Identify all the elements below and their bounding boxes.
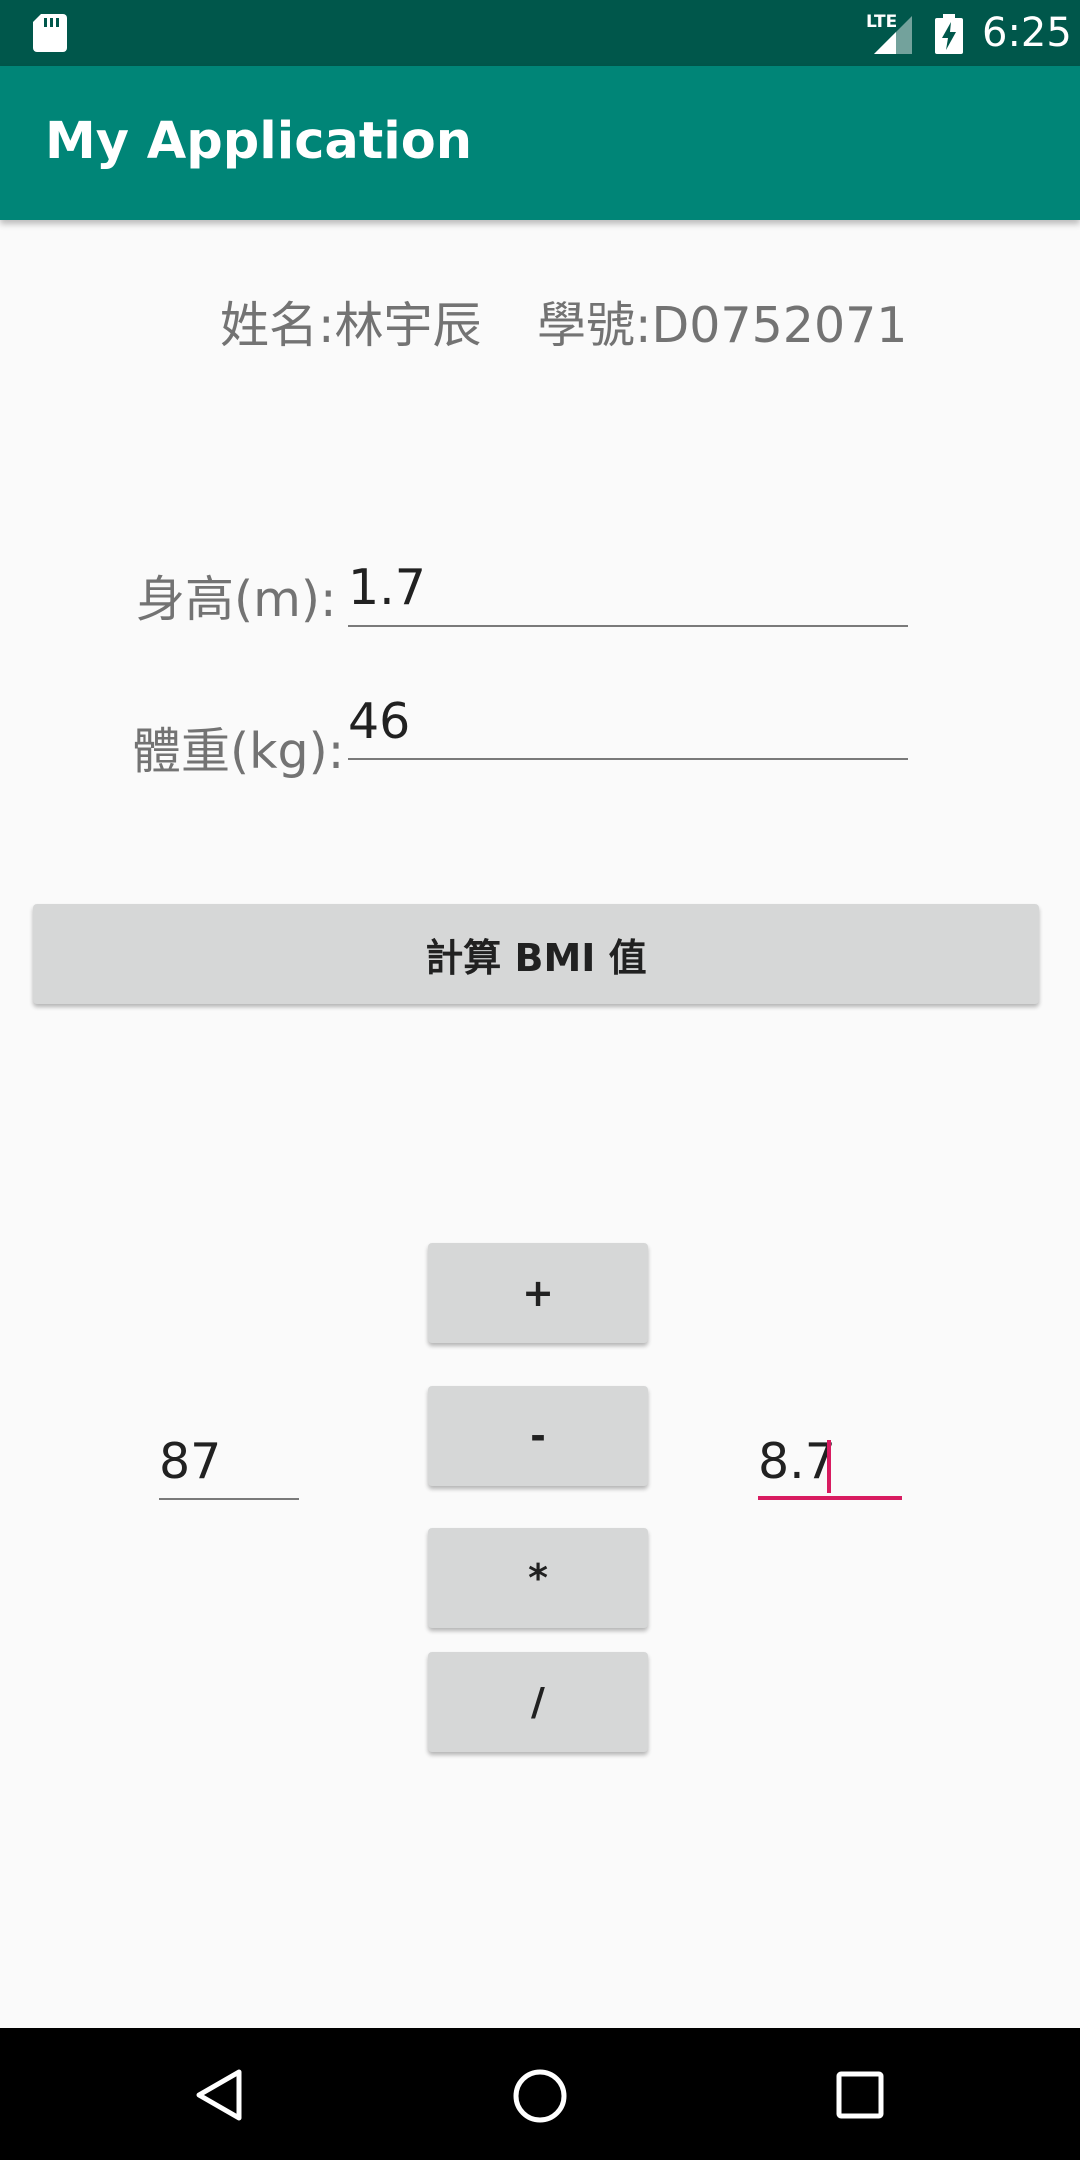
app-bar: My Application — [0, 66, 1080, 220]
divide-button[interactable]: / — [428, 1652, 648, 1752]
left-operand-input[interactable]: 87 — [159, 1432, 299, 1502]
weight-input-underline — [348, 758, 908, 760]
app-title: My Application — [45, 112, 473, 171]
clock: 6:25 — [982, 10, 1072, 56]
back-icon[interactable] — [193, 2068, 247, 2122]
plus-button-label: + — [522, 1271, 554, 1315]
home-icon[interactable] — [512, 2068, 568, 2124]
weight-label: 體重(kg): — [132, 723, 345, 780]
height-label: 身高(m): — [136, 571, 337, 628]
minus-button-label: - — [530, 1414, 546, 1458]
student-id-label: 學號:D0752071 — [537, 297, 908, 354]
right-operand-underline-focused — [758, 1496, 902, 1500]
minus-button[interactable]: - — [428, 1386, 648, 1486]
multiply-button[interactable]: * — [428, 1528, 648, 1628]
battery-charging-icon — [935, 14, 963, 54]
calculate-bmi-button[interactable]: 計算 BMI 值 — [33, 904, 1039, 1004]
left-operand-underline — [159, 1498, 299, 1500]
signal-icon — [874, 16, 912, 54]
sd-card-icon — [33, 14, 67, 52]
recents-icon[interactable] — [836, 2071, 884, 2119]
multiply-button-label: * — [528, 1556, 548, 1600]
status-bar: LTE 6:25 — [0, 0, 1080, 66]
height-input-underline — [348, 625, 908, 627]
plus-button[interactable]: + — [428, 1243, 648, 1343]
calculate-bmi-button-label: 計算 BMI 值 — [425, 935, 647, 980]
weight-input[interactable]: 46 — [348, 692, 908, 762]
text-cursor — [827, 1440, 831, 1493]
student-name-label: 姓名:林宇辰 — [220, 297, 482, 354]
height-input[interactable]: 1.7 — [348, 558, 908, 628]
divide-button-label: / — [531, 1680, 545, 1724]
